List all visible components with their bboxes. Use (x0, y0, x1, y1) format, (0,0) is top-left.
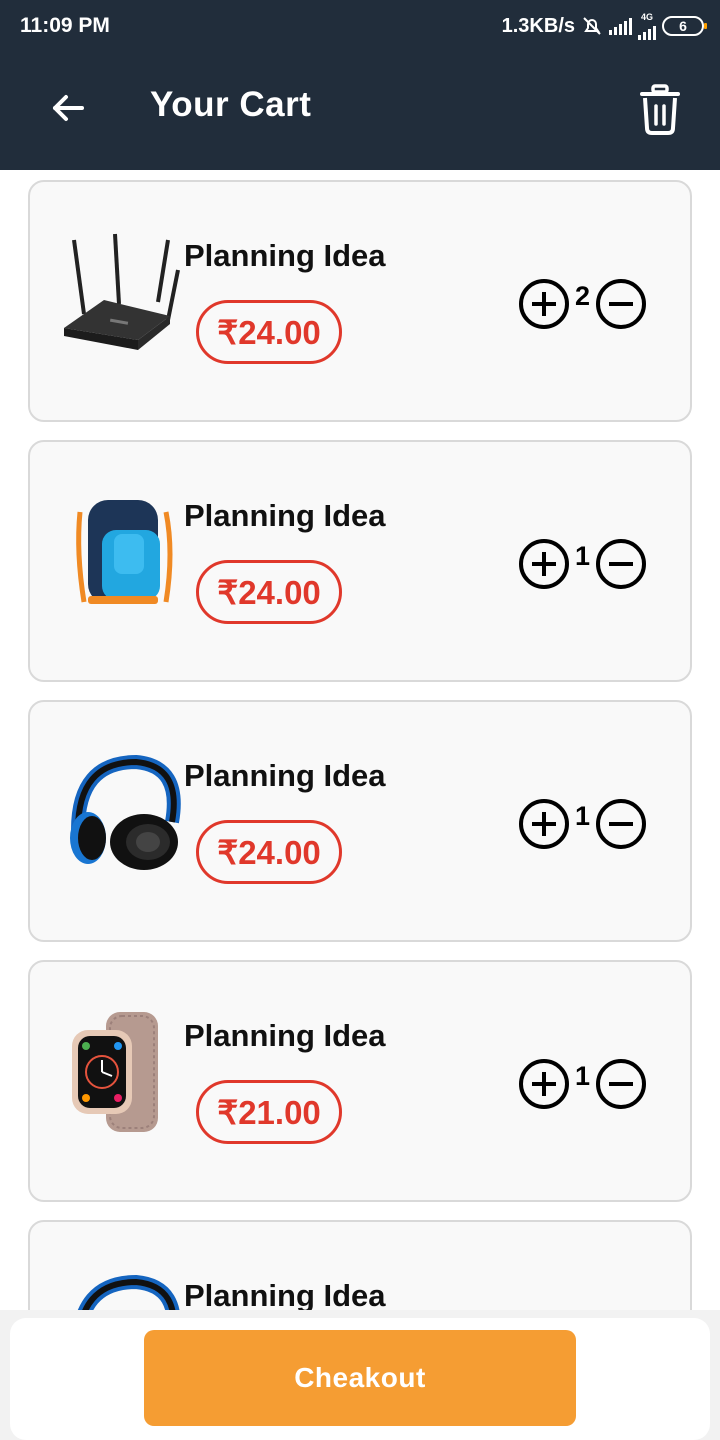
backpack-image (76, 500, 173, 604)
cart-item: Planning Idea ₹24.00 2 (28, 180, 692, 422)
status-time: 11:09 PM (20, 14, 110, 37)
item-name: Planning Idea (184, 758, 386, 793)
app-bar: Your Cart (0, 52, 720, 170)
signal-icon (609, 17, 632, 35)
status-bar: 11:09 PM 1.3KB/s 4G 6 (0, 0, 720, 52)
bell-off-icon (583, 17, 601, 35)
item-price: ₹24.00 (196, 560, 342, 624)
headphones-image (77, 1274, 180, 1310)
cart-item: Planning Idea (28, 1220, 692, 1310)
signal-4g-icon: 4G (638, 12, 656, 40)
item-name: Planning Idea (184, 238, 386, 273)
quantity-value: 1 (574, 800, 590, 831)
quantity-stepper: 1 (518, 799, 646, 849)
back-button[interactable] (44, 84, 92, 132)
item-name: Planning Idea (184, 1278, 386, 1310)
page-title: Your Cart (150, 85, 312, 124)
cart-item: Planning Idea ₹21.00 1 (28, 960, 692, 1202)
quantity-stepper: 1 (518, 1059, 646, 1109)
item-name: Planning Idea (184, 1018, 386, 1053)
smartwatch-image (72, 1012, 158, 1132)
decrease-quantity-button[interactable] (596, 799, 646, 849)
decrease-quantity-button[interactable] (596, 1059, 646, 1109)
cart-item: Planning Idea ₹24.00 1 (28, 700, 692, 942)
item-name: Planning Idea (184, 498, 386, 533)
battery-icon: 6 (662, 16, 707, 36)
item-price: ₹24.00 (196, 300, 342, 364)
wifi-router-image (64, 233, 180, 350)
decrease-quantity-button[interactable] (596, 279, 646, 329)
checkout-button[interactable]: Cheakout (144, 1330, 576, 1426)
battery-level: 6 (679, 18, 687, 34)
decrease-quantity-button[interactable] (596, 539, 646, 589)
network-speed: 1.3KB/s (501, 14, 575, 37)
clear-cart-button[interactable] (634, 80, 686, 140)
arrow-left-icon (53, 95, 84, 121)
item-price: ₹21.00 (196, 1080, 342, 1144)
trash-icon (640, 84, 680, 135)
status-icons: 1.3KB/s 4G 6 (501, 12, 707, 40)
quantity-value: 1 (574, 1060, 590, 1091)
headphones-image (70, 754, 181, 870)
item-price: ₹24.00 (196, 820, 342, 884)
cart-item: Planning Idea ₹24.00 1 (28, 440, 692, 682)
quantity-stepper: 1 (518, 539, 646, 589)
quantity-value: 2 (574, 280, 590, 311)
quantity-stepper: 2 (518, 279, 646, 329)
cart-list[interactable]: Planning Idea ₹24.00 2 Planning Idea ₹24… (0, 170, 720, 1310)
increase-quantity-button[interactable] (518, 1059, 569, 1109)
increase-quantity-button[interactable] (518, 279, 569, 329)
quantity-value: 1 (574, 540, 590, 571)
increase-quantity-button[interactable] (518, 799, 569, 849)
cart-screen: 11:09 PM 1.3KB/s 4G 6 Your Cart Planning… (0, 0, 720, 1440)
increase-quantity-button[interactable] (518, 539, 569, 589)
